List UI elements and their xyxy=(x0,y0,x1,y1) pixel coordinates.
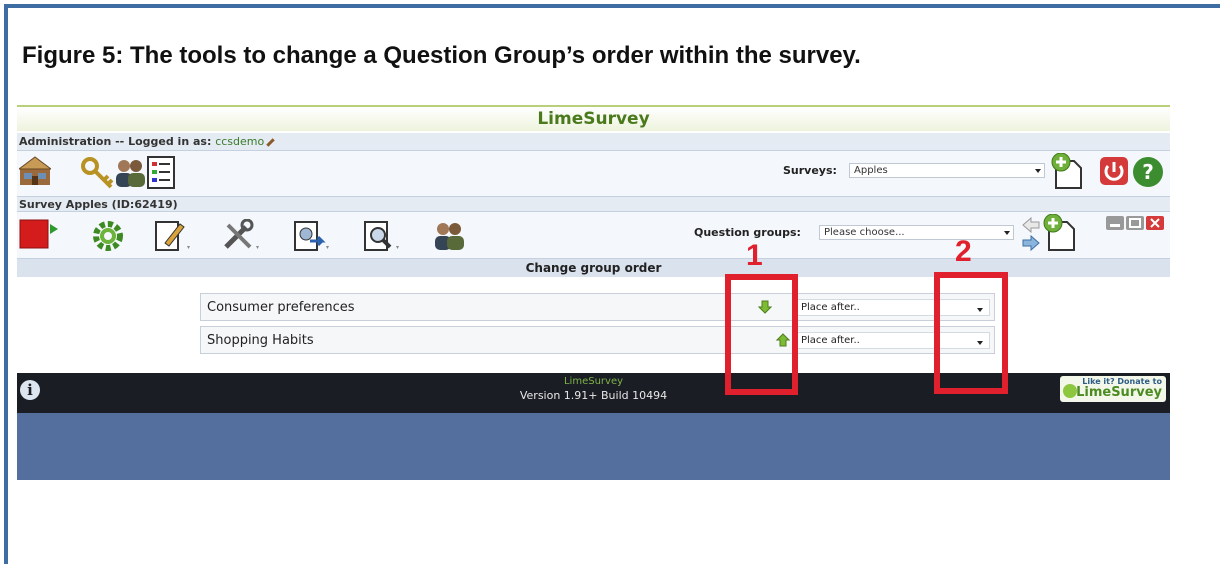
surveys-select-value: Apples xyxy=(854,165,888,176)
export-icon[interactable] xyxy=(292,219,332,253)
question-groups-label: Question groups: xyxy=(694,226,801,239)
maximize-icon[interactable] xyxy=(1125,215,1145,231)
add-question-group-icon[interactable] xyxy=(1041,214,1077,252)
app-title: LimeSurvey xyxy=(537,109,650,129)
admin-toolbar: Surveys: Apples ? xyxy=(17,151,1170,196)
user-group-icon[interactable] xyxy=(113,156,147,190)
survey-bar: Survey Apples (ID:62419) xyxy=(17,196,1170,212)
question-groups-select[interactable]: Please choose... xyxy=(819,225,1014,240)
group-row-2: Shopping Habits Place after.. xyxy=(200,326,995,354)
keys-icon[interactable] xyxy=(80,156,114,190)
lime-logo-icon xyxy=(1063,384,1077,398)
donate-banner[interactable]: Like it? Donate to LimeSurvey xyxy=(1060,376,1166,402)
app-title-bar: LimeSurvey xyxy=(17,105,1170,131)
close-icon[interactable] xyxy=(1145,215,1165,231)
annotation-number-1: 1 xyxy=(746,239,763,272)
figure-caption: Figure 5: The tools to change a Question… xyxy=(22,42,861,69)
edit-survey-icon[interactable] xyxy=(153,219,193,253)
highlight-box-2 xyxy=(934,272,1008,394)
surveys-select[interactable]: Apples xyxy=(849,163,1045,178)
admin-bar: Administration -- Logged in as: ccsdemo xyxy=(17,133,1170,151)
donate-line-2: LimeSurvey xyxy=(1076,385,1162,400)
add-survey-icon[interactable] xyxy=(1050,153,1084,189)
activate-survey-icon[interactable] xyxy=(19,219,59,251)
tools-icon[interactable] xyxy=(222,219,262,253)
logout-icon[interactable] xyxy=(1099,156,1129,186)
background-area xyxy=(17,413,1170,480)
place-after-value: Place after.. xyxy=(801,335,860,346)
group-name: Consumer preferences xyxy=(207,300,355,315)
gear-icon[interactable] xyxy=(92,220,124,252)
limesurvey-screenshot: LimeSurvey Administration -- Logged in a… xyxy=(17,105,1170,480)
surveys-label: Surveys: xyxy=(783,164,837,177)
checklist-icon[interactable] xyxy=(145,156,177,190)
help-icon[interactable]: ? xyxy=(1132,156,1164,188)
group-name: Shopping Habits xyxy=(207,333,314,348)
survey-toolbar: Question groups: Please choose... xyxy=(17,212,1170,258)
group-row-1: Consumer preferences Place after.. xyxy=(200,293,995,321)
annotation-number-2: 2 xyxy=(955,235,972,268)
chevron-down-icon xyxy=(1035,169,1041,173)
username-link[interactable]: ccsdemo xyxy=(215,135,264,148)
place-after-value: Place after.. xyxy=(801,302,860,313)
browse-responses-icon[interactable] xyxy=(362,219,402,253)
question-groups-select-value: Please choose... xyxy=(824,227,905,238)
admin-prefix: Administration -- Logged in as: xyxy=(19,135,216,148)
home-icon[interactable] xyxy=(19,156,51,188)
chevron-down-icon xyxy=(1004,231,1010,235)
participants-icon[interactable] xyxy=(432,219,466,253)
highlight-box-1 xyxy=(725,274,798,395)
minimize-icon[interactable] xyxy=(1105,215,1125,231)
previous-next-group-icon[interactable] xyxy=(1021,215,1041,253)
svg-text:?: ? xyxy=(1142,160,1154,184)
edit-pencil-icon[interactable] xyxy=(266,137,275,147)
